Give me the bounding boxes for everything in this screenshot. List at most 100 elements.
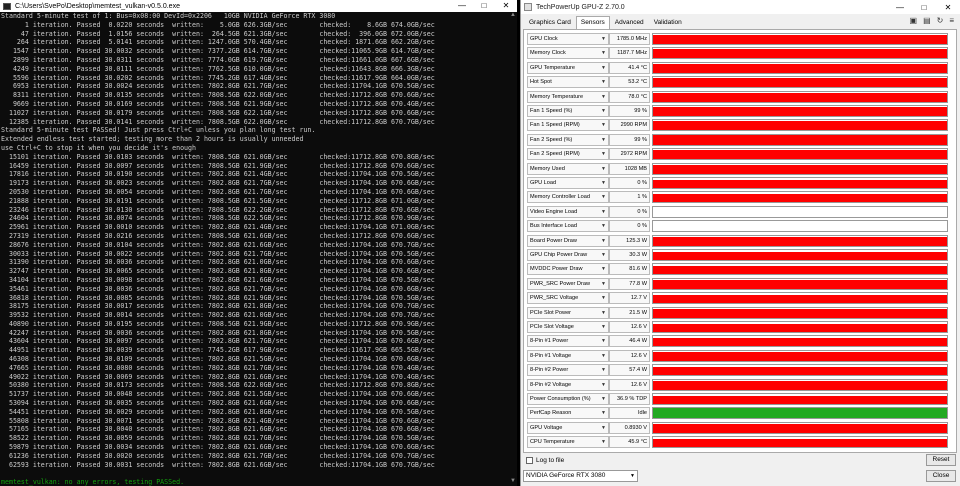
sensor-name-dropdown[interactable]: PCIe Slot Voltage ▼: [527, 321, 609, 333]
sensor-graph-fill: [653, 34, 947, 44]
gpu-select[interactable]: NVIDIA GeForce RTX 3080 ▼: [523, 470, 638, 482]
sensor-graph-fill: [653, 165, 947, 174]
console-window[interactable]: C:\Users\SvePo\Desktop\memtest_vulkan-v0…: [0, 0, 517, 486]
sensor-name-dropdown[interactable]: GPU Clock ▼: [527, 33, 609, 45]
gpuz-titlebar[interactable]: TechPowerUp GPU-Z 2.70.0 — □ ✕: [521, 0, 960, 14]
sensor-row: 8-Pin #1 Power ▼ 46.4 W: [527, 335, 950, 348]
sensor-name-dropdown[interactable]: GPU Chip Power Draw ▼: [527, 249, 609, 261]
sensor-name: PerfCap Reason: [530, 410, 572, 417]
maximize-button[interactable]: □: [473, 0, 495, 12]
sensor-value: 57.4 W: [609, 364, 650, 377]
sensor-name-dropdown[interactable]: Power Consumption (%) ▼: [527, 393, 609, 405]
sensor-name-dropdown[interactable]: 8-Pin #1 Voltage ▼: [527, 349, 609, 362]
chevron-down-icon: ▼: [601, 136, 606, 143]
sensor-graph: [652, 277, 948, 290]
minimize-button[interactable]: —: [451, 0, 473, 12]
sensor-value: 125.3 W: [609, 234, 650, 247]
sensor-name-dropdown[interactable]: MVDDC Power Draw ▼: [527, 263, 609, 276]
hamburger-icon[interactable]: ≡: [949, 16, 954, 25]
tab-validation[interactable]: Validation: [649, 16, 687, 29]
sensor-name: Fan 2 Speed (RPM): [530, 151, 580, 158]
sensor-name-dropdown[interactable]: GPU Load ▼: [527, 177, 609, 189]
chevron-down-icon: ▼: [601, 280, 606, 287]
console-titlebar[interactable]: C:\Users\SvePo\Desktop\memtest_vulkan-v0…: [0, 0, 517, 12]
sensor-name-dropdown[interactable]: Hot Spot ▼: [527, 76, 609, 89]
gpuz-maximize-button[interactable]: □: [912, 3, 936, 12]
sensor-name-dropdown[interactable]: 8-Pin #2 Voltage ▼: [527, 378, 609, 391]
sensor-name-dropdown[interactable]: GPU Voltage ▼: [527, 421, 609, 434]
sensor-row: PWR_SRC Power Draw ▼ 77.8 W: [527, 277, 950, 291]
console-line: 12385 iteration. Passed 30.0141 seconds …: [1, 117, 435, 126]
log-to-file-checkbox[interactable]: [526, 457, 533, 464]
sensor-name-dropdown[interactable]: Fan 1 Speed (RPM) ▼: [527, 119, 609, 132]
sensor-name-dropdown[interactable]: Fan 2 Speed (RPM) ▼: [527, 148, 609, 161]
chevron-down-icon: ▼: [601, 309, 606, 316]
gpuz-close-button[interactable]: ✕: [936, 3, 960, 12]
sensor-graph: [652, 335, 948, 348]
sensor-name-dropdown[interactable]: GPU Temperature ▼: [527, 61, 609, 74]
console-line: 62593 iteration. Passed 30.0031 seconds …: [1, 460, 435, 469]
sensor-name-dropdown[interactable]: Board Power Draw ▼: [527, 234, 609, 247]
sensor-graph-fill: [653, 323, 947, 332]
menu-icon[interactable]: ▤: [923, 16, 931, 25]
sensor-name-dropdown[interactable]: Memory Clock ▼: [527, 47, 609, 60]
console-line: 39532 iteration. Passed 30.0014 seconds …: [1, 311, 435, 320]
sensor-name-dropdown[interactable]: Video Engine Load ▼: [527, 205, 609, 218]
sensor-name-dropdown[interactable]: PWR_SRC Power Draw ▼: [527, 277, 609, 290]
sensor-row: GPU Chip Power Draw ▼ 30.3 W: [527, 249, 950, 262]
sensor-graph-fill: [653, 309, 947, 318]
sensor-name-dropdown[interactable]: 8-Pin #1 Power ▼: [527, 335, 609, 348]
sensor-value: 1 %: [609, 191, 650, 204]
close-dialog-button[interactable]: Close: [926, 470, 956, 482]
sensor-name: 8-Pin #1 Power: [530, 338, 569, 345]
chevron-down-icon: ▼: [601, 223, 606, 230]
sensor-name-dropdown[interactable]: Fan 1 Speed (%) ▼: [527, 105, 609, 117]
sensor-graph: [652, 436, 948, 449]
console-line: 16459 iteration. Passed 30.0097 seconds …: [1, 161, 435, 170]
sensor-value: 0.8930 V: [609, 421, 650, 434]
sensor-row: Power Consumption (%) ▼ 36.9 % TDP: [527, 393, 950, 406]
sensor-value: 45.9 °C: [609, 436, 650, 449]
tab-sensors[interactable]: Sensors: [575, 16, 610, 29]
sensor-row: Board Power Draw ▼ 125.3 W: [527, 234, 950, 248]
sensor-name-dropdown[interactable]: Bus Interface Load ▼: [527, 220, 609, 233]
sensor-name-dropdown[interactable]: Fan 2 Speed (%) ▼: [527, 133, 609, 146]
gpuz-minimize-button[interactable]: —: [888, 3, 912, 12]
sensor-graph-fill: [653, 352, 947, 361]
sensor-row: PerfCap Reason ▼ Idle: [527, 407, 950, 420]
sensor-name-dropdown[interactable]: CPU Temperature ▼: [527, 436, 609, 449]
console-line: 15101 iteration. Passed 30.0183 seconds …: [1, 152, 435, 161]
console-line: 36818 iteration. Passed 30.0085 seconds …: [1, 293, 435, 302]
sensor-row: GPU Load ▼ 0 %: [527, 177, 950, 190]
camera-icon[interactable]: ▣: [910, 16, 918, 25]
refresh-icon[interactable]: ↻: [937, 16, 944, 25]
sensor-name-dropdown[interactable]: Memory Temperature ▼: [527, 90, 609, 103]
sensor-row: PCIe Slot Voltage ▼ 12.6 V: [527, 321, 950, 334]
console-line: Standard 5-minute test of 1: Bus=0x08:00…: [1, 12, 336, 20]
sensor-row: Bus Interface Load ▼ 0 %: [527, 220, 950, 233]
sensor-row: Memory Used ▼ 1028 MB: [527, 162, 950, 176]
chevron-down-icon: ▼: [601, 50, 606, 57]
log-to-file-option[interactable]: Log to file: [526, 457, 564, 464]
chevron-down-icon: ▼: [601, 151, 606, 158]
sensor-name-dropdown[interactable]: 8-Pin #2 Power ▼: [527, 364, 609, 377]
console-line: 9669 iteration. Passed 30.0169 seconds w…: [1, 99, 435, 108]
gpuz-toolbar: ▣ ▤ ↻ ≡: [910, 16, 955, 25]
sensor-graph-fill: [653, 395, 947, 404]
tab-advanced[interactable]: Advanced: [610, 16, 649, 29]
console-line: 58522 iteration. Passed 30.0059 seconds …: [1, 434, 435, 443]
sensor-name-dropdown[interactable]: Memory Controller Load ▼: [527, 191, 609, 204]
scroll-up-arrow-icon[interactable]: ▲: [509, 12, 517, 20]
console-line: 5596 iteration. Passed 30.0202 seconds w…: [1, 73, 435, 82]
sensor-name-dropdown[interactable]: PWR_SRC Voltage ▼: [527, 292, 609, 305]
sensor-name-dropdown[interactable]: Memory Used ▼: [527, 162, 609, 175]
reset-button[interactable]: Reset: [926, 454, 956, 466]
sensor-graph: [652, 407, 948, 420]
gpuz-window[interactable]: TechPowerUp GPU-Z 2.70.0 — □ ✕ Graphics …: [520, 0, 960, 486]
close-button[interactable]: ✕: [495, 0, 517, 12]
sensor-name-dropdown[interactable]: PerfCap Reason ▼: [527, 407, 609, 420]
sensor-name-dropdown[interactable]: PCIe Slot Power ▼: [527, 306, 609, 319]
chevron-down-icon: ▼: [601, 122, 606, 129]
scroll-down-arrow-icon[interactable]: ▼: [509, 478, 517, 486]
tab-graphics-card[interactable]: Graphics Card: [524, 16, 576, 29]
